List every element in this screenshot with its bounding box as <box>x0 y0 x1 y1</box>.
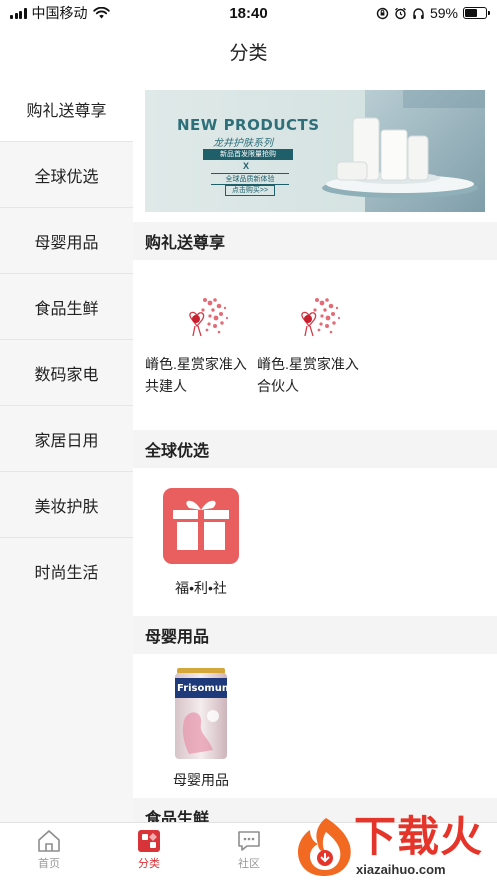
sidebar-item-beauty[interactable]: 美妆护肤 <box>0 472 133 538</box>
alarm-icon <box>395 7 406 19</box>
product-image-flower-heart <box>301 298 341 337</box>
page-title: 分类 <box>229 42 268 64</box>
battery-icon <box>463 7 490 19</box>
product-tile[interactable]: 嵴色.星赏家准入 共建人 <box>145 290 257 397</box>
section-title-global: 全球优选 <box>133 430 497 468</box>
product-label-line2: 共建人 <box>145 378 187 394</box>
sidebar-item-mother-baby[interactable]: 母婴用品 <box>0 208 133 274</box>
tab-category-label: 分类 <box>138 858 160 870</box>
product-label: 福•利•社 <box>175 580 227 596</box>
status-bar-left: 中国移动 <box>10 3 170 23</box>
signal-icon <box>10 7 27 19</box>
sidebar-item-global[interactable]: 全球优选 <box>0 142 133 208</box>
home-icon <box>38 830 60 852</box>
product-tile[interactable]: 嵴色.星赏家准入 合伙人 <box>257 290 369 397</box>
product-label-line1: 嵴色.星赏家准入 <box>257 356 359 372</box>
category-sidebar: 购礼送尊享 全球优选 母婴用品 食品生鲜 数码家电 家居日用 美妆护肤 时尚生活 <box>0 76 133 822</box>
battery-level <box>465 9 477 17</box>
product-label: 嵴色.星赏家准入 共建人 <box>145 353 257 397</box>
category-content: NEW PRODUCTS 龙井护肤系列 新品首发限量抢购 X 全球品质新体验 点… <box>133 76 497 822</box>
category-icon <box>138 830 160 852</box>
product-image-flower-heart <box>189 298 229 337</box>
banner-tag-2: 全球品质新体验 <box>211 173 289 185</box>
banner-headline: NEW PRODUCTS <box>177 116 320 134</box>
tab-category[interactable]: 分类 <box>114 829 184 871</box>
product-label: 嵴色.星赏家准入 合伙人 <box>257 353 369 397</box>
tab-home[interactable]: 首页 <box>14 829 84 871</box>
banner-subtitle: 龙井护肤系列 <box>213 138 273 149</box>
sidebar-item-digital[interactable]: 数码家电 <box>0 340 133 406</box>
banner-cross: X <box>243 161 250 171</box>
banner-cta: 点击购买>> <box>225 185 275 196</box>
sidebar-item-gift[interactable]: 购礼送尊享 <box>0 76 133 142</box>
carrier-label: 中国移动 <box>31 5 88 21</box>
product-label: 母婴用品 <box>173 772 229 788</box>
watermark-logo: 下载火 xiazaihuo.com <box>292 814 497 883</box>
chat-icon <box>238 831 260 851</box>
section-title-gift: 购礼送尊享 <box>133 222 497 260</box>
product-tile[interactable]: Frisomum 母婴用品 <box>145 668 257 791</box>
rotation-lock-icon <box>376 7 389 19</box>
product-tile[interactable]: 福•利•社 <box>145 488 257 599</box>
product-label-line2: 合伙人 <box>257 378 299 394</box>
gift-icon <box>163 488 239 564</box>
sidebar-item-home[interactable]: 家居日用 <box>0 406 133 472</box>
product-label-line1: 嵴色.星赏家准入 <box>145 356 247 372</box>
banner-tag-1: 新品首发限量抢购 <box>203 149 293 160</box>
section-title-mother-baby: 母婴用品 <box>133 616 497 654</box>
sidebar-item-fashion[interactable]: 时尚生活 <box>0 538 133 604</box>
tab-home-label: 首页 <box>38 858 60 870</box>
banner-graphic <box>145 90 485 212</box>
headphones-icon <box>413 7 424 19</box>
product-image-formula-can <box>175 668 227 759</box>
promo-banner[interactable]: NEW PRODUCTS 龙井护肤系列 新品首发限量抢购 X 全球品质新体验 点… <box>145 90 485 212</box>
tab-community-label: 社区 <box>238 858 260 870</box>
clock: 18:40 <box>229 4 268 22</box>
status-bar: 中国移动 18:40 59% <box>0 0 497 26</box>
wifi-icon <box>92 7 110 19</box>
watermark-url: xiazaihuo.com <box>356 862 446 877</box>
tab-community[interactable]: 社区 <box>214 829 284 871</box>
watermark-text: 下载火 <box>354 813 484 860</box>
flame-icon <box>298 818 351 876</box>
battery-percent: 59% <box>429 5 458 21</box>
status-bar-right: 59% <box>327 5 490 21</box>
sidebar-item-fresh-food[interactable]: 食品生鲜 <box>0 274 133 340</box>
product-brand: Frisomum <box>177 683 233 694</box>
